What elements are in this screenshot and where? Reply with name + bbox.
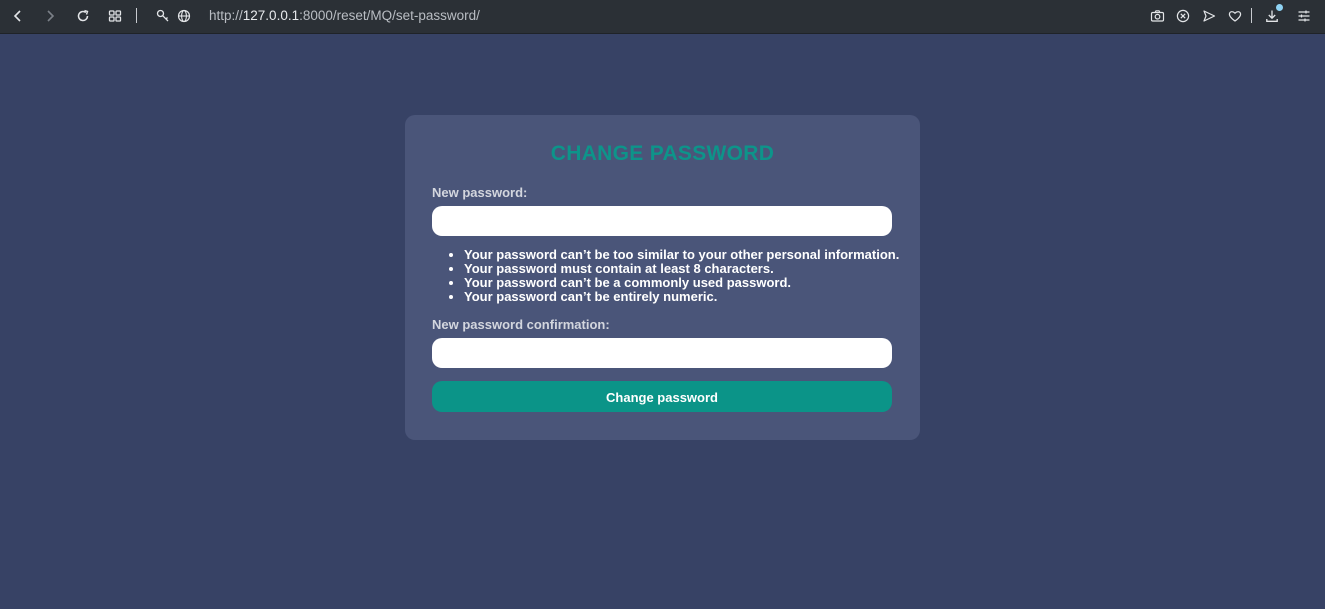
- change-password-button[interactable]: Change password: [432, 381, 892, 412]
- address-bar[interactable]: http://127.0.0.1:8000/reset/MQ/set-passw…: [209, 8, 480, 23]
- password-hint: Your password can’t be a commonly used p…: [464, 276, 899, 290]
- reload-icon[interactable]: [73, 6, 93, 26]
- browser-toolbar: http://127.0.0.1:8000/reset/MQ/set-passw…: [0, 0, 1325, 34]
- menu-icon[interactable]: [1294, 6, 1314, 26]
- toolbar-divider-right: [1251, 8, 1252, 23]
- heart-icon[interactable]: [1225, 6, 1245, 26]
- url-path: :8000/reset/MQ/set-password/: [299, 8, 480, 23]
- shield-icon[interactable]: [1173, 6, 1193, 26]
- page-title: CHANGE PASSWORD: [550, 142, 775, 165]
- url-host: 127.0.0.1: [242, 8, 300, 23]
- new-password-input[interactable]: [432, 206, 892, 236]
- confirm-password-input[interactable]: [432, 338, 892, 368]
- globe-icon[interactable]: [174, 6, 194, 26]
- password-hint: Your password can’t be too similar to yo…: [464, 248, 899, 262]
- grid-icon[interactable]: [105, 6, 125, 26]
- password-hint: Your password can’t be entirely numeric.: [464, 290, 899, 304]
- password-hint: Your password must contain at least 8 ch…: [464, 262, 899, 276]
- key-icon[interactable]: [153, 6, 173, 26]
- confirm-password-label: New password confirmation:: [432, 317, 610, 332]
- password-hints-list: Your password can’t be too similar to yo…: [432, 248, 899, 304]
- camera-icon[interactable]: [1147, 6, 1167, 26]
- new-password-label: New password:: [432, 185, 528, 200]
- download-badge: [1276, 4, 1283, 11]
- send-icon[interactable]: [1199, 6, 1219, 26]
- forward-arrow-icon[interactable]: [40, 6, 60, 26]
- url-prefix: http://: [209, 8, 243, 23]
- toolbar-divider: [136, 8, 137, 23]
- back-arrow-icon[interactable]: [8, 6, 28, 26]
